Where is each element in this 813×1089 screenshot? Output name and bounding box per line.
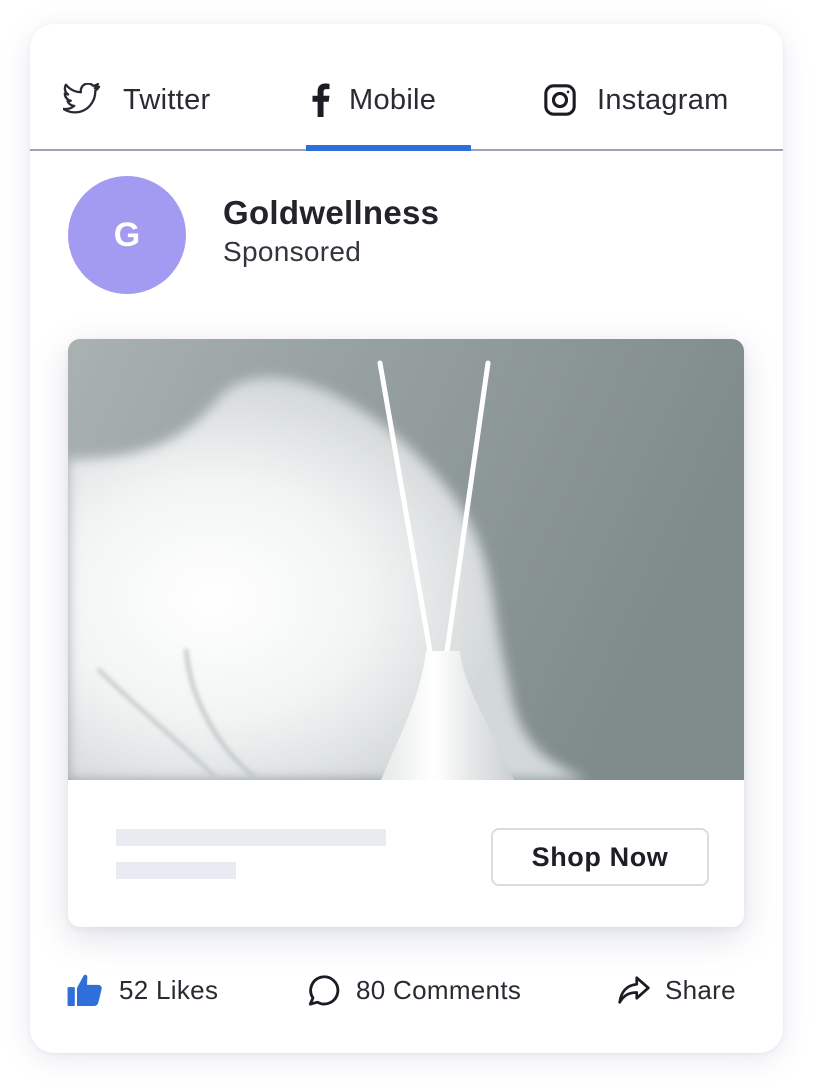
brand-name[interactable]: Goldwellness: [223, 194, 439, 232]
facebook-icon: [312, 83, 330, 117]
like-button[interactable]: 52 Likes: [67, 970, 218, 1010]
comment-bubble-icon: [306, 973, 342, 1007]
text-placeholder-line: [116, 862, 236, 879]
shop-now-button[interactable]: Shop Now: [491, 828, 709, 886]
twitter-icon: [63, 83, 101, 117]
comments-count: 80 Comments: [356, 974, 522, 1005]
likes-count: 52 Likes: [119, 974, 219, 1005]
comment-button[interactable]: 80 Comments: [306, 970, 521, 1010]
tab-mobile[interactable]: Mobile: [312, 80, 436, 120]
ad-image[interactable]: [68, 339, 744, 780]
share-arrow-icon: [617, 975, 651, 1005]
tab-twitter-label: Twitter: [123, 83, 211, 116]
platform-tabs: Twitter Mobile Instagram: [30, 24, 783, 151]
text-placeholder-line: [116, 829, 386, 846]
avatar[interactable]: G: [68, 176, 186, 294]
tab-instagram-label: Instagram: [597, 83, 729, 116]
social-preview-card: Twitter Mobile Instagram G Goldwellness …: [30, 24, 783, 1053]
active-tab-indicator: [306, 145, 471, 151]
ad-card: Shop Now: [68, 339, 744, 927]
share-label: Share: [665, 974, 736, 1005]
thumbs-up-icon: [67, 974, 103, 1006]
sponsored-label: Sponsored: [223, 236, 362, 267]
engagement-bar: 52 Likes 80 Comments Share: [30, 964, 783, 1014]
tab-twitter[interactable]: Twitter: [63, 80, 211, 120]
share-button[interactable]: Share: [617, 970, 736, 1010]
tab-mobile-label: Mobile: [349, 83, 437, 116]
instagram-icon: [543, 83, 577, 117]
tab-instagram[interactable]: Instagram: [543, 80, 729, 120]
